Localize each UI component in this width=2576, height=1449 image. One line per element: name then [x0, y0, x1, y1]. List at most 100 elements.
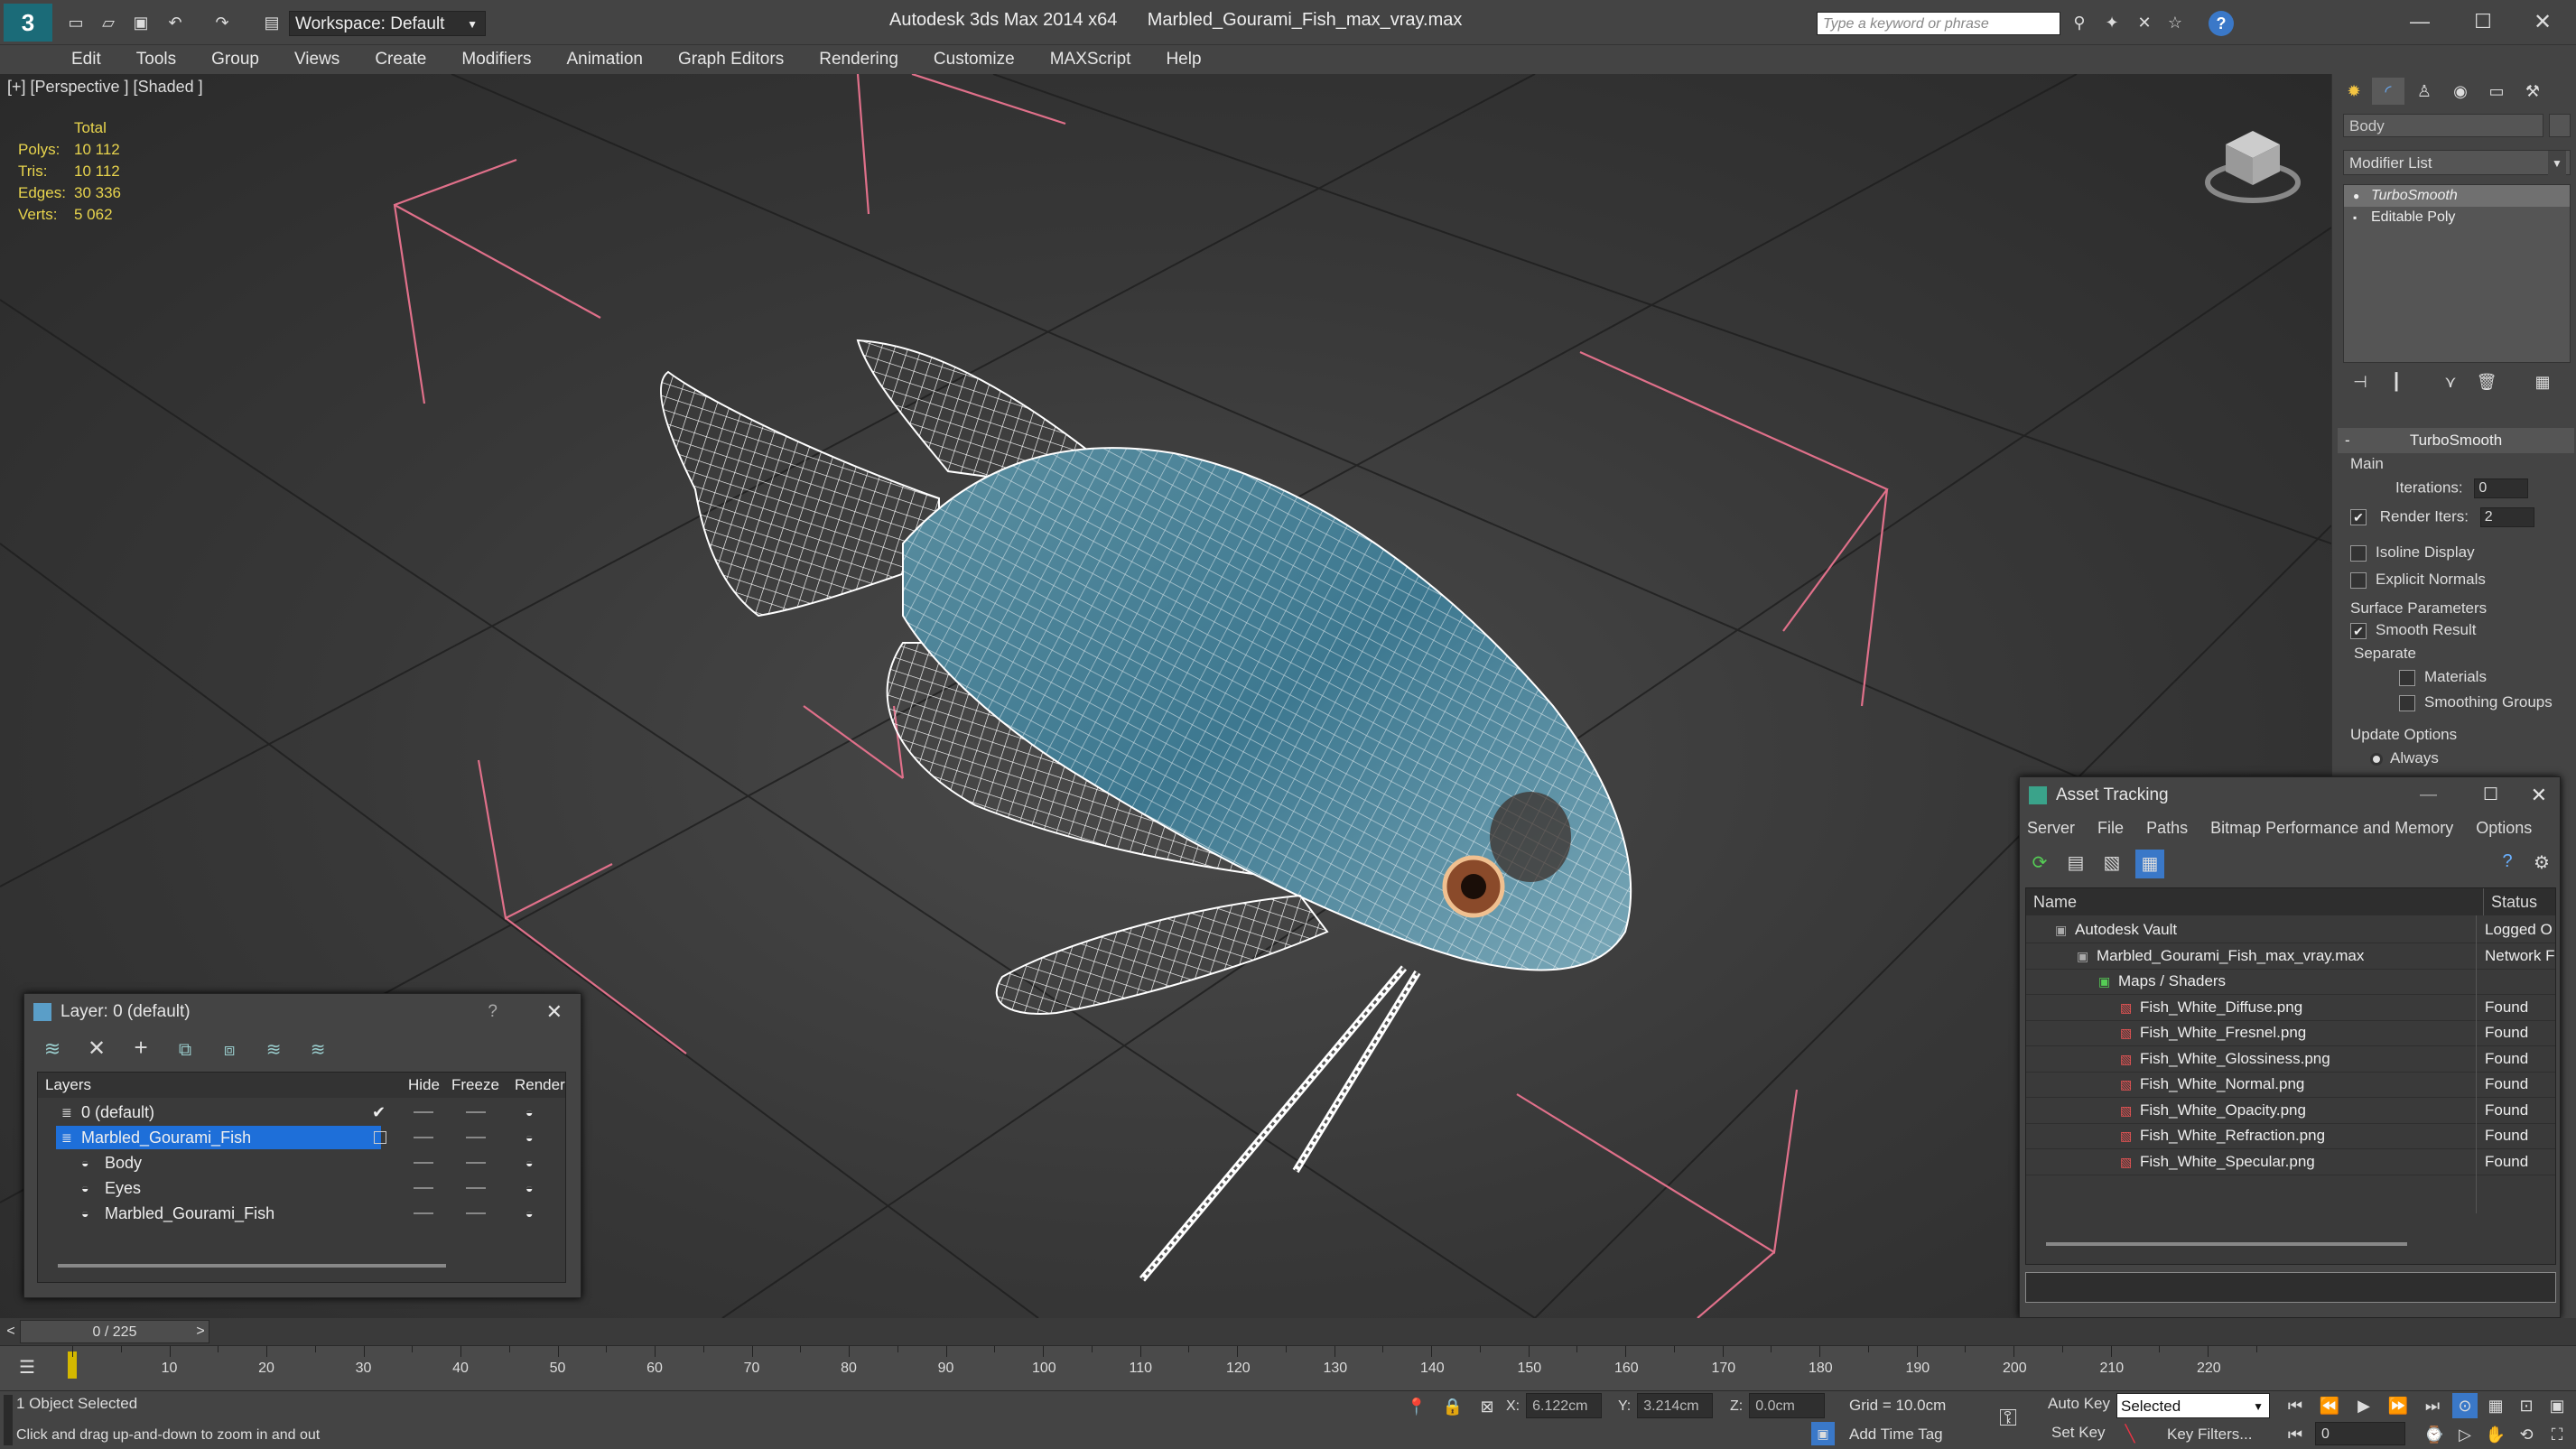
highlight-layer-icon[interactable]: ⧈	[216, 1040, 243, 1061]
menu-views[interactable]: Views	[279, 45, 355, 74]
modifier-list-dropdown[interactable]: Modifier List ▼	[2343, 150, 2571, 176]
menu-create[interactable]: Create	[359, 45, 442, 74]
key-filters-button[interactable]: Key Filters...	[2167, 1426, 2252, 1444]
pan-view-icon[interactable]: ✋	[2483, 1422, 2508, 1447]
y-coord-field[interactable]: 3.214cm	[1637, 1393, 1714, 1418]
time-config-icon[interactable]: ⌚	[2422, 1422, 2447, 1447]
object-name-field[interactable]: Body	[2343, 114, 2543, 137]
list-view-icon[interactable]: ▤	[2063, 851, 2088, 877]
freeze-all-icon[interactable]: ≋	[304, 1038, 331, 1061]
configure-sets-icon[interactable]: ▦	[2529, 370, 2556, 394]
zoom-extents-icon[interactable]: ⊡	[2514, 1393, 2539, 1418]
explicit-normals-checkbox[interactable]	[2350, 571, 2367, 589]
communication-icon[interactable]: ✦	[2100, 11, 2124, 34]
key-icon[interactable]: ⚿	[1992, 1402, 2024, 1435]
minimize-icon[interactable]: —	[2420, 777, 2437, 813]
maximize-icon[interactable]: ☐	[2465, 7, 2501, 36]
goto-end-icon[interactable]: ⏭	[2420, 1393, 2445, 1418]
auto-key-button[interactable]: Auto Key	[2048, 1395, 2110, 1413]
add-time-tag[interactable]: Add Time Tag	[1849, 1426, 1943, 1444]
menu-edit[interactable]: Edit	[56, 45, 116, 74]
exchange-icon[interactable]: ✕	[2133, 11, 2156, 34]
materials-checkbox[interactable]	[2399, 669, 2415, 686]
track-bar[interactable]: ☰ 10 20 30 40 50 60 70 80 90 100 110 120 130 140 150 16…	[0, 1345, 2576, 1390]
display-tab-icon[interactable]: ▭	[2480, 78, 2513, 105]
motion-tab-icon[interactable]: ◉	[2444, 78, 2477, 105]
delete-layer-icon[interactable]: ✕	[83, 1036, 110, 1062]
field-of-view-icon[interactable]: ▷	[2452, 1422, 2478, 1447]
menu-maxscript[interactable]: MAXScript	[1035, 45, 1147, 74]
stack-item-editable-poly[interactable]: ▪ Editable Poly	[2344, 207, 2570, 228]
minimize-icon[interactable]: —	[2402, 7, 2438, 36]
favorites-star-icon[interactable]: ☆	[2163, 11, 2187, 34]
time-slider[interactable]: 0 / 225	[20, 1320, 209, 1343]
set-current-box[interactable]	[374, 1131, 386, 1144]
play-icon[interactable]: ▶	[2351, 1393, 2376, 1418]
col-layers[interactable]: Layers	[45, 1073, 91, 1098]
render-teapot-icon[interactable]: ◒	[525, 1100, 533, 1125]
transform-mode-icon[interactable]: ⊠	[1475, 1395, 1499, 1418]
layer-row[interactable]: ≣ Marbled_Gourami_Fish ◒	[38, 1125, 565, 1150]
prev-frame-icon[interactable]: <	[2, 1320, 20, 1343]
col-status[interactable]: Status	[2483, 888, 2537, 915]
z-coord-field[interactable]: 0.0cm	[1749, 1393, 1826, 1418]
add-time-tag-icon[interactable]: ▣	[1811, 1422, 1835, 1445]
select-objects-icon[interactable]: ⧉	[172, 1040, 199, 1061]
maximize-viewport-icon[interactable]: ⛶	[2544, 1422, 2570, 1447]
asset-menu-bitmap[interactable]: Bitmap Performance and Memory	[2210, 819, 2453, 837]
render-teapot-icon[interactable]: ◒	[525, 1125, 533, 1150]
menu-help[interactable]: Help	[1150, 45, 1216, 74]
modify-tab-icon[interactable]: ◜	[2372, 78, 2404, 105]
asset-menu-options[interactable]: Options	[2476, 819, 2532, 837]
stack-item-turbosmooth[interactable]: ● TurboSmooth	[2344, 185, 2570, 207]
app-logo[interactable]: 3	[4, 4, 52, 42]
orbit-icon[interactable]: ⟲	[2514, 1422, 2539, 1447]
always-radio[interactable]	[2370, 752, 2383, 766]
undo-icon[interactable]: ↶	[163, 11, 188, 34]
asset-menu-file[interactable]: File	[2097, 819, 2124, 837]
new-file-icon[interactable]: ▭	[65, 11, 87, 34]
close-icon[interactable]: ✕	[2531, 777, 2547, 813]
hide-all-icon[interactable]: ≋	[260, 1038, 287, 1061]
key-mode-dropdown[interactable]: Selected ▼	[2116, 1393, 2270, 1418]
help-button[interactable]: ?	[488, 994, 498, 1030]
menu-graph-editors[interactable]: Graph Editors	[663, 45, 799, 74]
col-render[interactable]: Render	[515, 1073, 565, 1098]
save-icon[interactable]: ▣	[130, 11, 152, 34]
close-icon[interactable]: ✕	[2525, 7, 2561, 36]
maxscript-listener-indicator[interactable]	[4, 1395, 13, 1445]
thumbnail-view-icon[interactable]: ▧	[2099, 851, 2125, 877]
goto-start-icon[interactable]: ⏮	[2283, 1393, 2308, 1418]
asset-path-field[interactable]	[2025, 1272, 2556, 1303]
asset-tracking-titlebar[interactable]: Asset Tracking — ☐ ✕	[2020, 777, 2560, 813]
prev-key-icon[interactable]: ⏪	[2317, 1393, 2342, 1418]
binoculars-icon[interactable]: ⚲	[2068, 11, 2091, 34]
zoom-icon[interactable]: ⊙	[2452, 1393, 2478, 1418]
object-color-swatch[interactable]	[2549, 114, 2571, 137]
table-view-icon[interactable]: ▦	[2135, 850, 2164, 878]
search-input[interactable]: Type a keyword or phrase	[1817, 12, 2060, 35]
view-cube-icon[interactable]	[2203, 117, 2302, 208]
remove-modifier-icon[interactable]: 🗑	[2475, 370, 2498, 394]
layer-row[interactable]: ≣ 0 (default) ✔ ◒	[38, 1100, 565, 1125]
horizontal-scrollbar[interactable]	[2046, 1242, 2407, 1246]
menu-tools[interactable]: Tools	[121, 45, 191, 74]
rollout-header[interactable]: - TurboSmooth	[2338, 428, 2574, 453]
new-layer-icon[interactable]: ≋	[39, 1037, 66, 1061]
isolate-pin-icon[interactable]: 📍	[1405, 1395, 1428, 1418]
open-file-icon[interactable]: ▱	[98, 11, 119, 34]
render-teapot-icon[interactable]: ◒	[525, 1201, 533, 1226]
render-iters-checkbox[interactable]: ✔	[2350, 509, 2367, 525]
make-unique-icon[interactable]: ⋎	[2439, 370, 2462, 394]
utilities-tab-icon[interactable]: ⚒	[2516, 78, 2549, 105]
show-end-result-icon[interactable]: ┃	[2385, 370, 2408, 394]
add-to-layer-icon[interactable]: +	[127, 1034, 154, 1062]
set-key-button[interactable]: Set Key	[2051, 1424, 2106, 1442]
settings-icon[interactable]: ⚙	[2529, 851, 2554, 877]
current-frame-field[interactable]: 0	[2315, 1422, 2405, 1445]
layer-dialog-titlebar[interactable]: Layer: 0 (default) ? ✕	[24, 994, 581, 1030]
layer-row[interactable]: ◒ Eyes ◒	[38, 1175, 565, 1201]
smoothing-groups-checkbox[interactable]	[2399, 694, 2415, 711]
lightbulb-icon[interactable]: ●	[2353, 185, 2359, 207]
render-teapot-icon[interactable]: ◒	[525, 1150, 533, 1175]
